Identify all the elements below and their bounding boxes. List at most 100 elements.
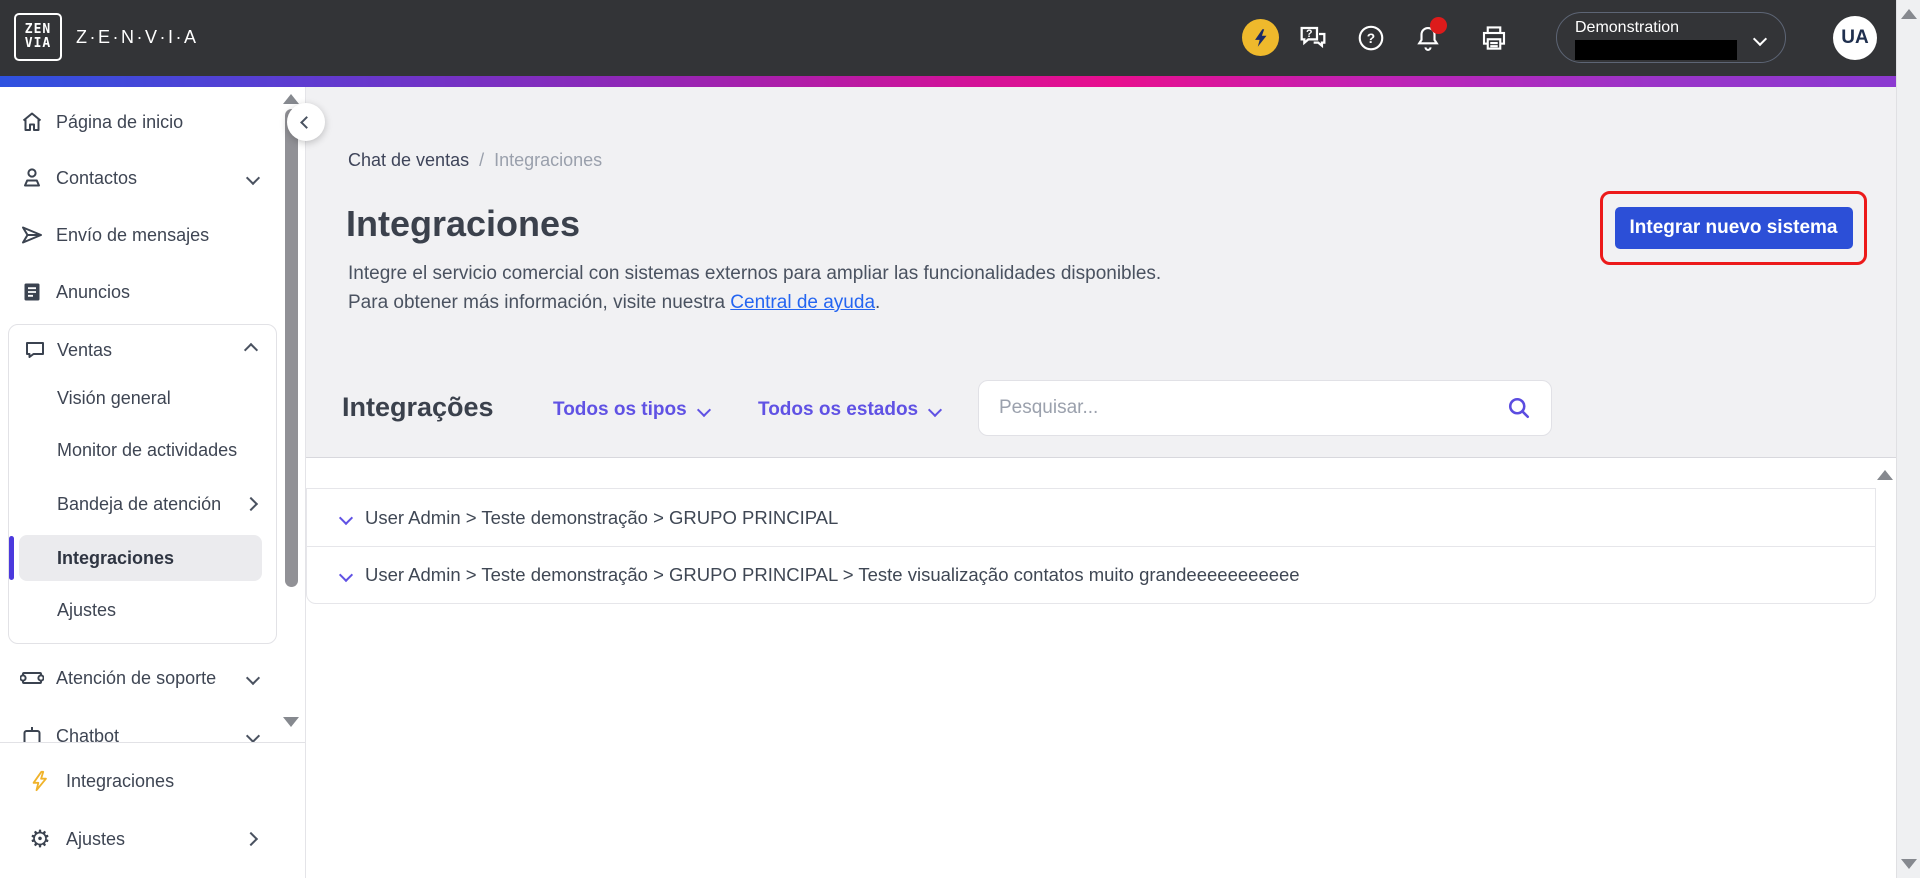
sidebar-nav: Página de inicio Contactos Envío de mens… [0, 87, 305, 742]
sidebar-item-label: Página de inicio [56, 111, 184, 132]
sidebar-item-vision-general[interactable]: Visión general [9, 376, 276, 420]
chat-support-icon[interactable]: ? [1295, 20, 1331, 56]
zenvia-logo-icon[interactable]: ZEN VIA [14, 13, 62, 61]
chevron-right-icon [243, 496, 259, 512]
brand: ZEN VIA Z·E·N·V·I·A [14, 13, 198, 61]
sidebar-item-monitor-actividades[interactable]: Monitor de actividades [9, 428, 276, 472]
logo-text-top: ZEN [24, 22, 52, 37]
integrations-list: User Admin > Teste demonstração > GRUPO … [306, 488, 1876, 604]
sidebar-item-label: Integraciones [57, 547, 175, 568]
selected-indicator-bar [9, 536, 14, 580]
help-icon[interactable]: ? [1353, 20, 1389, 56]
svg-text:?: ? [1306, 28, 1313, 40]
app-body: Página de inicio Contactos Envío de mens… [0, 87, 1896, 878]
type-filter-label: Todos os tipos [553, 399, 687, 420]
search-icon[interactable] [1505, 394, 1533, 422]
sidebar-item-label: Chatbot [56, 725, 120, 743]
upgrade-bolt-icon[interactable] [1242, 19, 1279, 56]
chevron-down-icon [245, 670, 261, 686]
integration-row-label: User Admin > Teste demonstração > GRUPO … [365, 564, 1300, 585]
bolt-icon [28, 769, 52, 793]
sidebar-item-label: Envío de mensajes [56, 224, 210, 245]
sidebar-item-announcements[interactable]: Anuncios [0, 268, 280, 316]
status-filter-dropdown[interactable]: Todos os estados [758, 399, 943, 421]
sidebar: Página de inicio Contactos Envío de mens… [0, 87, 306, 878]
send-icon [20, 223, 44, 247]
page-header-section: Chat de ventas / Integraciones Integraci… [306, 87, 1896, 458]
breadcrumb-parent[interactable]: Chat de ventas [348, 150, 469, 171]
status-filter-label: Todos os estados [758, 399, 919, 420]
user-avatar[interactable]: UA [1833, 16, 1877, 60]
sidebar-item-integraciones-pinned[interactable]: Integraciones [0, 757, 280, 805]
sidebar-group-ventas: Ventas Visión general Monitor de activid… [8, 324, 277, 644]
chevron-down-icon [245, 728, 261, 742]
chevron-down-icon [928, 402, 943, 418]
ticket-icon [20, 666, 44, 690]
sidebar-item-label: Integraciones [66, 770, 175, 791]
sidebar-item-home[interactable]: Página de inicio [0, 98, 280, 146]
svg-text:?: ? [1367, 31, 1375, 46]
breadcrumb: Chat de ventas / Integraciones [348, 150, 602, 171]
description-period: . [875, 292, 881, 313]
sidebar-item-label: Visión general [57, 387, 171, 408]
help-center-link[interactable]: Central de ayuda [730, 292, 875, 313]
sidebar-item-chatbot[interactable]: Chatbot [0, 712, 280, 742]
sidebar-collapse-button[interactable] [287, 103, 325, 141]
organization-name: Demonstration [1575, 19, 1680, 36]
breadcrumb-separator: / [479, 150, 485, 170]
sidebar-item-label: Ventas [57, 339, 113, 360]
sidebar-item-integraciones-selected[interactable]: Integraciones [19, 535, 262, 581]
chevron-up-icon [243, 342, 259, 358]
page-scroll-up-arrow[interactable] [1901, 9, 1917, 19]
sidebar-item-messaging[interactable]: Envío de mensajes [0, 211, 280, 259]
red-annotation-box: Integrar nuevo sistema [1600, 191, 1867, 265]
sidebar-item-soporte[interactable]: Atención de soporte [0, 654, 280, 702]
organization-selector[interactable]: Demonstration [1556, 12, 1786, 63]
type-filter-dropdown[interactable]: Todos os tipos [553, 399, 711, 421]
sidebar-item-label: Monitor de actividades [57, 439, 238, 460]
brand-name: Z·E·N·V·I·A [76, 26, 199, 47]
search-box [978, 380, 1552, 436]
integration-row[interactable]: User Admin > Teste demonstração > GRUPO … [307, 546, 1875, 603]
sidebar-item-label: Bandeja de atención [57, 493, 222, 514]
sidebar-item-label: Contactos [56, 167, 138, 188]
page-title: Integraciones [346, 203, 581, 244]
chevron-right-icon [243, 831, 259, 847]
topbar: ZEN VIA Z·E·N·V·I·A ? ? Demonstration UA [0, 0, 1920, 76]
logo-text-bottom: VIA [24, 36, 52, 51]
sidebar-item-label: Atención de soporte [56, 667, 217, 688]
page-scrollbar[interactable] [1896, 0, 1920, 878]
notifications-bell-icon[interactable] [1410, 17, 1447, 56]
page-description: Integre el servicio comercial con sistem… [348, 259, 1178, 317]
integration-row[interactable]: User Admin > Teste demonstração > GRUPO … [307, 489, 1875, 546]
integrations-list-panel: User Admin > Teste demonstração > GRUPO … [306, 458, 1896, 878]
sidebar-item-ajustes-pinned[interactable]: ⚙ Ajustes [0, 815, 280, 863]
printer-icon[interactable] [1476, 20, 1512, 56]
chevron-down-icon[interactable] [338, 567, 354, 583]
section-title: Integrações [342, 392, 494, 422]
sidebar-scrollbar-thumb[interactable] [285, 109, 298, 587]
sidebar-item-ajustes-ventas[interactable]: Ajustes [9, 588, 276, 632]
home-icon [20, 110, 44, 134]
notification-dot [1430, 17, 1447, 34]
sidebar-item-bandeja-atencion[interactable]: Bandeja de atención [9, 482, 276, 526]
news-icon [20, 280, 44, 304]
chevron-left-icon [299, 115, 313, 129]
screen: ZEN VIA Z·E·N·V·I·A ? ? Demonstration UA… [0, 0, 1920, 878]
redacted-org-id [1575, 40, 1737, 60]
page-scroll-down-arrow[interactable] [1901, 859, 1917, 869]
search-input[interactable] [999, 397, 1505, 419]
chevron-down-icon[interactable] [338, 510, 354, 525]
chevron-down-icon [696, 402, 711, 418]
list-scroll-up-arrow[interactable] [1877, 470, 1893, 480]
chat-bubble-icon [23, 338, 47, 362]
sidebar-item-contacts[interactable]: Contactos [0, 154, 280, 202]
sidebar-scroll-down-arrow[interactable] [283, 717, 299, 727]
integrate-new-system-button[interactable]: Integrar nuevo sistema [1614, 207, 1853, 249]
gear-icon: ⚙ [29, 825, 51, 853]
sidebar-scroll-up-arrow[interactable] [283, 94, 299, 104]
sidebar-item-label: Ajustes [66, 828, 126, 849]
sidebar-item-ventas[interactable]: Ventas [9, 328, 276, 372]
breadcrumb-current: Integraciones [494, 150, 603, 170]
chevron-down-icon [245, 170, 261, 186]
